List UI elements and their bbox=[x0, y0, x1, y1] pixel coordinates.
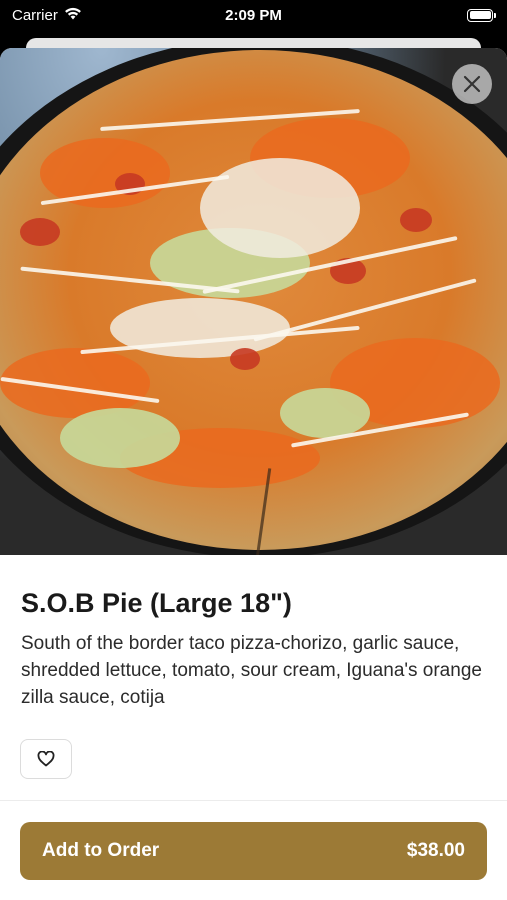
price-label: $38.00 bbox=[406, 840, 465, 861]
divider bbox=[0, 800, 507, 801]
battery-icon bbox=[467, 8, 496, 22]
status-bar: Carrier 2:09 PM bbox=[0, 0, 507, 30]
close-button[interactable] bbox=[452, 64, 492, 104]
carrier-label: Carrier bbox=[12, 6, 58, 24]
heart-icon bbox=[37, 751, 55, 767]
item-title: S.O.B Pie (Large 18") bbox=[21, 588, 292, 618]
add-to-order-label: Add to Order bbox=[42, 840, 160, 861]
favorite-button[interactable] bbox=[20, 739, 72, 779]
close-icon bbox=[463, 75, 481, 93]
wifi-icon bbox=[64, 7, 82, 24]
item-description: South of the border taco pizza-chorizo, … bbox=[21, 633, 482, 708]
item-detail-sheet: S.O.B Pie (Large 18") South of the borde… bbox=[0, 48, 507, 900]
status-left: Carrier bbox=[12, 7, 82, 24]
add-to-order-button[interactable]: Add to Order $38.00 bbox=[20, 822, 487, 880]
item-image bbox=[0, 48, 507, 555]
